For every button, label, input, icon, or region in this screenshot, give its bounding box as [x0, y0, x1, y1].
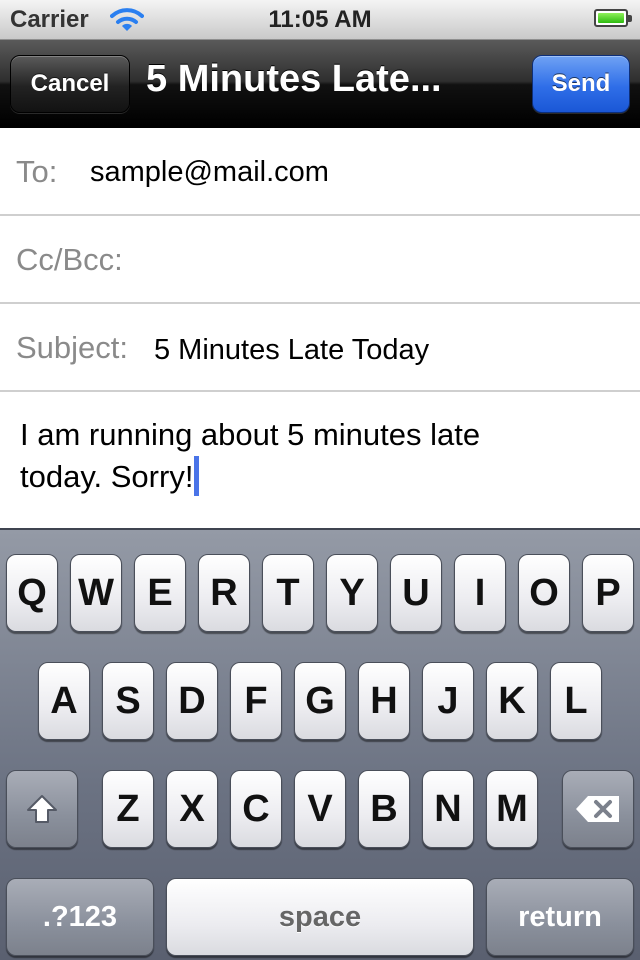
key-u[interactable]: U: [390, 554, 442, 632]
key-p[interactable]: P: [582, 554, 634, 632]
text-cursor: [194, 456, 200, 496]
key-t[interactable]: T: [262, 554, 314, 632]
status-bar: Carrier 11:05 AM: [0, 0, 640, 40]
subject-value[interactable]: 5 Minutes Late Today: [154, 334, 429, 367]
key-w[interactable]: W: [70, 554, 122, 632]
key-q[interactable]: Q: [6, 554, 58, 632]
key-j[interactable]: J: [422, 662, 474, 740]
key-b[interactable]: B: [358, 770, 410, 848]
send-button[interactable]: Send: [532, 55, 630, 113]
backspace-icon: [576, 796, 619, 822]
body-line-1: I am running about 5 minutes late: [20, 417, 481, 452]
keyboard: Q W E R T Y U I O P A S D F G H J K L Z …: [0, 528, 640, 960]
to-value[interactable]: sample@mail.com: [90, 156, 329, 189]
numbers-key[interactable]: .?123: [6, 878, 154, 956]
key-g[interactable]: G: [294, 662, 346, 740]
to-label: To:: [16, 154, 58, 189]
clock-time: 11:05 AM: [268, 6, 372, 33]
shift-icon: [27, 795, 57, 823]
key-k[interactable]: K: [486, 662, 538, 740]
cc-bcc-label: Cc/Bcc:: [16, 242, 123, 277]
to-field[interactable]: To: sample@mail.com: [0, 128, 640, 216]
key-i[interactable]: I: [454, 554, 506, 632]
space-key[interactable]: space: [166, 878, 474, 956]
key-y[interactable]: Y: [326, 554, 378, 632]
key-e[interactable]: E: [134, 554, 186, 632]
cancel-button[interactable]: Cancel: [10, 55, 130, 113]
subject-label: Subject:: [16, 330, 129, 365]
key-l[interactable]: L: [550, 662, 602, 740]
key-m[interactable]: M: [486, 770, 538, 848]
backspace-key[interactable]: [562, 770, 634, 848]
body-line-2: today. Sorry!: [20, 459, 194, 494]
key-a[interactable]: A: [38, 662, 90, 740]
shift-key[interactable]: [6, 770, 78, 848]
key-s[interactable]: S: [102, 662, 154, 740]
cc-bcc-field[interactable]: Cc/Bcc:: [0, 216, 640, 304]
key-v[interactable]: V: [294, 770, 346, 848]
key-c[interactable]: C: [230, 770, 282, 848]
navigation-bar: Cancel 5 Minutes Late... Send: [0, 40, 640, 128]
key-h[interactable]: H: [358, 662, 410, 740]
battery-icon: [594, 9, 632, 27]
key-d[interactable]: D: [166, 662, 218, 740]
key-r[interactable]: R: [198, 554, 250, 632]
key-z[interactable]: Z: [102, 770, 154, 848]
key-x[interactable]: X: [166, 770, 218, 848]
key-o[interactable]: O: [518, 554, 570, 632]
message-body[interactable]: I am running about 5 minutes late today.…: [20, 414, 580, 498]
key-n[interactable]: N: [422, 770, 474, 848]
key-f[interactable]: F: [230, 662, 282, 740]
page-title: 5 Minutes Late...: [146, 58, 442, 100]
subject-field[interactable]: Subject: 5 Minutes Late Today: [0, 304, 640, 392]
return-key[interactable]: return: [486, 878, 634, 956]
